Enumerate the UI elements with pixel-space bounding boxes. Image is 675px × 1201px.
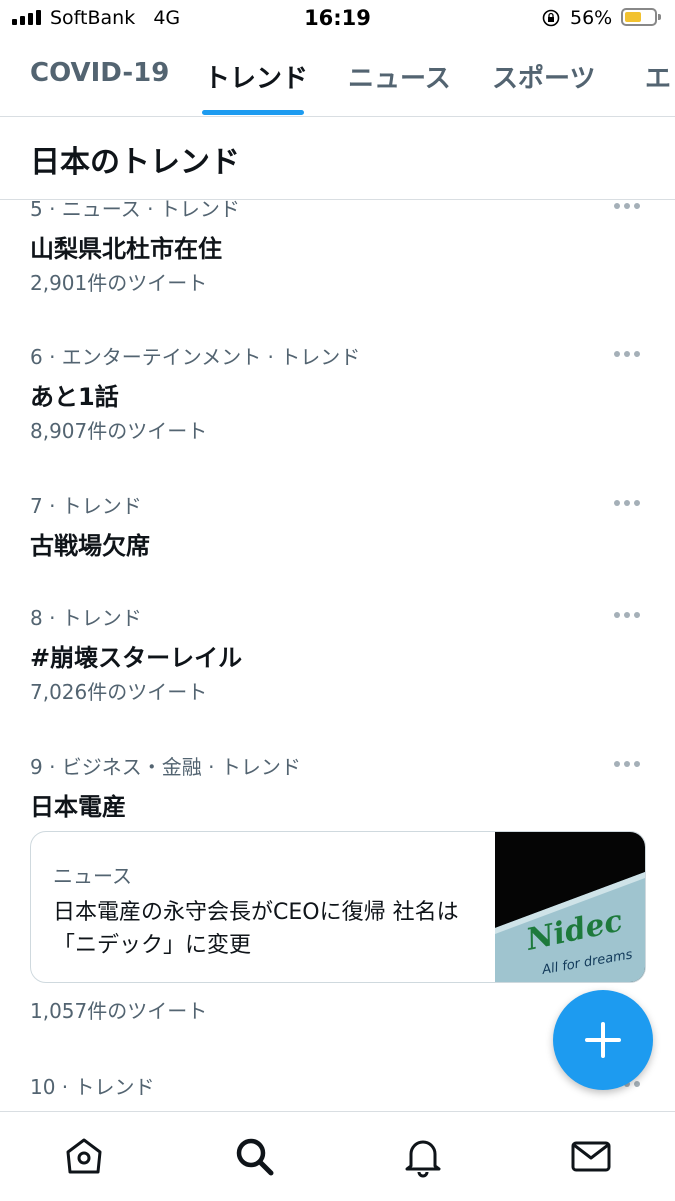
news-thumbnail: Nidec All for dreams (495, 832, 645, 982)
trend-meta: 7 · トレンド (30, 494, 142, 518)
trend-meta: 8 · トレンド (30, 606, 142, 630)
news-card[interactable]: ニュース 日本電産の永守会長がCEOに復帰 社名は「ニデック」に変更 Nidec… (30, 831, 646, 983)
more-horizontal-icon[interactable] (614, 498, 644, 508)
page-title: 日本のトレンド (30, 145, 240, 180)
battery-percent: 56% (570, 7, 613, 29)
trend-meta: 5 · ニュース · トレンド (30, 199, 240, 221)
more-horizontal-icon[interactable] (614, 349, 644, 359)
bell-icon[interactable] (401, 1134, 445, 1178)
news-card-category: ニュース (53, 864, 132, 888)
bottom-navigation (0, 1111, 675, 1201)
trend-name: #崩壊スターレイル (30, 644, 243, 672)
search-icon[interactable] (232, 1134, 276, 1178)
active-tab-indicator (202, 110, 304, 115)
battery-icon (621, 8, 661, 26)
trend-item[interactable]: 8 · トレンド #崩壊スターレイル 7,026件のツイート (0, 600, 675, 730)
trend-name: 古戦場欠席 (30, 532, 150, 560)
plus-icon (585, 1022, 621, 1058)
trend-meta: 10 · トレンド (30, 1075, 155, 1099)
tab-news[interactable]: ニュース (348, 58, 451, 95)
tweet-count: 7,026件のツイート (30, 680, 208, 704)
more-horizontal-icon[interactable] (614, 759, 644, 769)
rotation-lock-icon (542, 9, 560, 27)
tweet-count: 8,907件のツイート (30, 419, 208, 443)
status-bar: SoftBank 4G 16:19 56% (0, 0, 675, 38)
trend-name: 日本電産 (30, 793, 126, 821)
news-card-title: 日本電産の永守会長がCEOに復帰 社名は「ニデック」に変更 (53, 900, 459, 958)
trend-name: あと1話 (30, 383, 119, 411)
section-header: 日本のトレンド (0, 117, 675, 200)
compose-button[interactable] (553, 990, 653, 1090)
tab-sports[interactable]: スポーツ (492, 58, 595, 95)
home-icon[interactable] (62, 1134, 106, 1178)
mail-icon[interactable] (569, 1134, 613, 1178)
tab-entertainment[interactable]: エ (645, 58, 671, 95)
more-horizontal-icon[interactable] (614, 201, 644, 211)
trend-meta: 6 · エンターテインメント · トレンド (30, 345, 361, 369)
tab-covid19[interactable]: COVID-19 (30, 58, 169, 88)
trend-item[interactable]: 5 · ニュース · トレンド 山梨県北杜市在住 2,901件のツイート (0, 199, 675, 329)
explore-tabs: COVID-19 トレンド ニュース スポーツ エ (0, 40, 675, 117)
trend-item[interactable]: 6 · エンターテインメント · トレンド あと1話 8,907件のツイート (0, 339, 675, 469)
trend-item[interactable]: 7 · トレンド 古戦場欠席 (0, 488, 675, 588)
trend-list: 5 · ニュース · トレンド 山梨県北杜市在住 2,901件のツイート 6 ·… (0, 199, 675, 1111)
trend-name: 山梨県北杜市在住 (30, 235, 222, 263)
tab-trends[interactable]: トレンド (204, 58, 308, 95)
more-horizontal-icon[interactable] (614, 610, 644, 620)
tweet-count: 2,901件のツイート (30, 271, 208, 295)
trend-meta: 9 · ビジネス・金融 · トレンド (30, 755, 301, 779)
tweet-count: 1,057件のツイート (30, 999, 208, 1023)
